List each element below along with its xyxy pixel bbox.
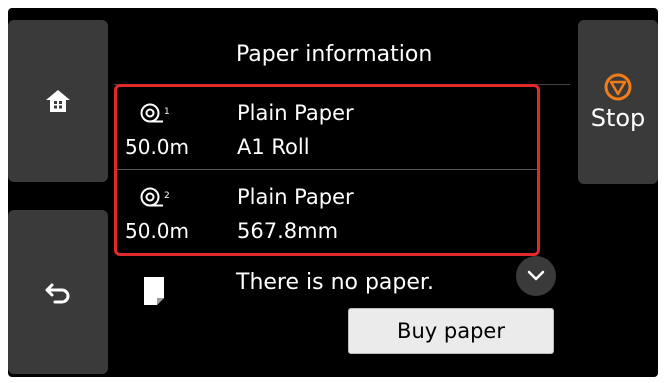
roll-paper-list: 1 50.0m Plain Paper A1 Roll 2 50.0m Plai…	[114, 84, 540, 256]
stop-label: Stop	[590, 104, 646, 132]
sheet-paper-icon	[144, 277, 164, 305]
roll-1-size: A1 Roll	[237, 135, 310, 159]
roll-divider	[117, 169, 537, 170]
stop-icon	[604, 73, 632, 101]
svg-text:1: 1	[164, 107, 170, 117]
roll-2-length: 50.0m	[125, 219, 190, 243]
svg-text:2: 2	[164, 191, 170, 201]
roll-2-row[interactable]: 2 50.0m Plain Paper 567.8mm	[117, 171, 537, 253]
back-arrow-icon	[45, 283, 70, 304]
roll-2-icon: 2	[140, 187, 170, 207]
chevron-down-icon	[527, 270, 545, 281]
back-button[interactable]	[8, 210, 108, 374]
printer-panel-screen: Stop Paper information 1 50.0m Plain Pap…	[8, 8, 658, 377]
page-title: Paper information	[236, 42, 433, 67]
sheet-status: There is no paper.	[236, 270, 434, 295]
roll-2-type: Plain Paper	[237, 185, 354, 209]
roll-1-icon: 1	[140, 103, 170, 123]
scroll-down-button[interactable]	[516, 256, 556, 296]
roll-1-length: 50.0m	[125, 135, 190, 159]
roll-1-type: Plain Paper	[237, 101, 354, 125]
buy-paper-button[interactable]: Buy paper	[348, 308, 554, 354]
roll-1-row[interactable]: 1 50.0m Plain Paper A1 Roll	[117, 87, 537, 169]
stop-button[interactable]: Stop	[578, 20, 658, 184]
roll-2-size: 567.8mm	[237, 219, 339, 243]
home-icon	[46, 90, 70, 112]
home-button[interactable]	[8, 20, 108, 182]
